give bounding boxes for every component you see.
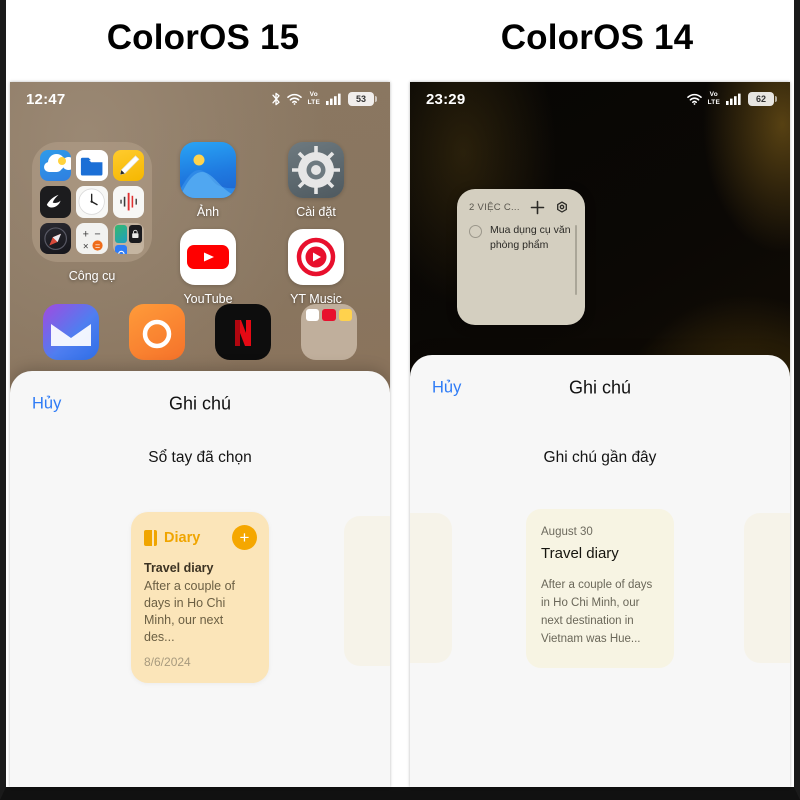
svg-text:+: + — [83, 228, 89, 240]
youtube-music-icon[interactable] — [288, 229, 344, 285]
svg-text:−: − — [95, 228, 101, 240]
ghost-card-right — [344, 516, 390, 666]
sheet-title: Ghi chú — [568, 377, 632, 398]
app-photos[interactable]: Ảnh — [156, 142, 260, 219]
dock-folder-icon[interactable] — [301, 304, 357, 360]
folder-icon[interactable]: + − × = — [32, 142, 152, 262]
app-yt-music[interactable]: YT Music — [264, 229, 368, 306]
status-icons: Vo LTE 53 — [271, 91, 377, 106]
gear-icon[interactable] — [555, 200, 569, 215]
volte-bottom-label: LTE — [307, 98, 320, 106]
left-note-picker-sheet: Hủy Ghi chú Sổ tay đã chọn Diary + Trave… — [10, 371, 390, 787]
gmail-icon[interactable] — [43, 304, 99, 360]
photos-icon[interactable] — [180, 142, 236, 198]
sheet-header: Hủy Ghi chú — [10, 371, 390, 437]
recorder-icon — [112, 186, 144, 218]
sheet-header: Hủy Ghi chú — [410, 355, 790, 421]
note-card-carousel: Diary + Travel diary After a couple of d… — [10, 512, 390, 683]
battery-level-label: 62 — [755, 94, 766, 104]
right-phone-screenshot: 23:29 Vo LTE 62 2 VIỆC C... Mua dụng cụ … — [410, 82, 790, 787]
subfolder-icon — [112, 222, 144, 254]
settings-gear-icon[interactable] — [288, 142, 344, 198]
note-body: After a couple of days in Ho Chi Minh, o… — [541, 579, 653, 645]
plus-icon[interactable] — [530, 200, 545, 215]
volte-bottom-label: LTE — [707, 98, 720, 106]
note-date: August 30 — [541, 526, 593, 538]
status-icons: Vo LTE 62 — [686, 91, 777, 106]
clock-icon — [76, 186, 108, 218]
svg-text:=: = — [95, 241, 100, 251]
dock-row — [10, 304, 390, 360]
widget-title: 2 VIỆC C... — [469, 202, 520, 213]
diary-note-card[interactable]: Diary + Travel diary After a couple of d… — [131, 512, 269, 683]
diary-note-date: 8/6/2024 — [144, 655, 191, 669]
cellular-signal-icon — [726, 93, 742, 105]
app-settings[interactable]: Cài đặt — [264, 142, 368, 219]
left-status-bar: 12:47 Vo LTE 53 — [10, 82, 390, 116]
sheet-subtitle: Sổ tay đã chọn — [148, 449, 252, 466]
app-grid: + − × = Công cụ Ảnh Cài đặt YouTube YT M… — [10, 124, 390, 306]
note-title: Travel diary — [541, 545, 619, 562]
wifi-icon — [686, 93, 702, 105]
title-row: ColorOS 15 ColorOS 14 — [6, 0, 794, 76]
volte-icon: Vo LTE — [707, 91, 720, 106]
svg-text:×: × — [83, 241, 89, 252]
app-label: Ảnh — [196, 205, 220, 219]
files-icon — [76, 150, 108, 182]
widget-scrollbar[interactable] — [574, 225, 577, 295]
app-label: Cài đặt — [296, 205, 336, 219]
diary-note-body: After a couple of days in Ho Chi Minh, o… — [144, 579, 236, 644]
plus-icon[interactable]: + — [232, 525, 257, 550]
note-card-carousel: August 30 Travel diary After a couple of… — [410, 509, 790, 668]
phone-panels: 12:47 Vo LTE 53 + − × = Công cụ Ảnh Cài … — [6, 76, 794, 787]
right-title: ColorOS 14 — [500, 18, 694, 57]
weather-icon — [40, 150, 72, 182]
volte-top-label: Vo — [709, 91, 718, 98]
sheet-title: Ghi chú — [168, 393, 232, 414]
battery-level-label: 53 — [355, 94, 366, 104]
todo-widget[interactable]: 2 VIỆC C... Mua dụng cụ văn phòng phẩm — [457, 189, 585, 325]
left-title: ColorOS 15 — [106, 18, 300, 57]
youtube-icon[interactable] — [180, 229, 236, 285]
status-time: 23:29 — [426, 90, 466, 108]
widget-task-row[interactable]: Mua dụng cụ văn phòng phẩm — [469, 223, 577, 295]
ghost-card-right — [744, 513, 790, 663]
right-note-picker-sheet: Hủy Ghi chú Ghi chú gần đây August 30 Tr… — [410, 355, 790, 787]
recent-note-card[interactable]: August 30 Travel diary After a couple of… — [526, 509, 674, 668]
right-status-bar: 23:29 Vo LTE 62 — [410, 82, 790, 116]
checkbox-unchecked-icon[interactable] — [469, 225, 482, 238]
app-label: Công cụ — [68, 269, 116, 283]
wifi-icon — [286, 93, 302, 105]
orange-app-icon[interactable] — [129, 304, 185, 360]
left-phone-screenshot: 12:47 Vo LTE 53 + − × = Công cụ Ảnh Cài … — [10, 82, 390, 787]
compass-icon — [40, 222, 72, 254]
volte-icon: Vo LTE — [307, 91, 320, 106]
battery-indicator: 62 — [748, 92, 777, 106]
diary-card-header: Diary + — [144, 525, 257, 550]
widget-header: 2 VIỆC C... — [469, 200, 575, 215]
app-folder-congcu[interactable]: + − × = Công cụ — [32, 142, 152, 306]
notes-icon — [112, 150, 144, 182]
netflix-icon[interactable] — [215, 304, 271, 360]
cellular-signal-icon — [326, 93, 342, 105]
ghost-card-left — [410, 513, 452, 663]
volte-top-label: Vo — [309, 91, 318, 98]
status-time: 12:47 — [26, 90, 66, 108]
sheet-subtitle: Ghi chú gần đây — [543, 449, 657, 466]
book-icon — [144, 529, 157, 546]
widget-task-text: Mua dụng cụ văn phòng phẩm — [490, 224, 571, 251]
swift-icon — [40, 186, 72, 218]
diary-note-title: Travel diary — [144, 561, 214, 575]
battery-indicator: 53 — [348, 92, 377, 106]
diary-brand-label: Diary — [164, 529, 201, 546]
comparison-image: ColorOS 15 ColorOS 14 12:47 Vo LTE 53 + … — [0, 0, 800, 800]
app-youtube[interactable]: YouTube — [156, 229, 260, 306]
bluetooth-icon — [271, 92, 281, 106]
diary-brand: Diary — [144, 529, 201, 546]
calculator-icon: + − × = — [76, 222, 108, 254]
left-home-screen: + − × = Công cụ Ảnh Cài đặt YouTube YT M… — [10, 124, 390, 306]
